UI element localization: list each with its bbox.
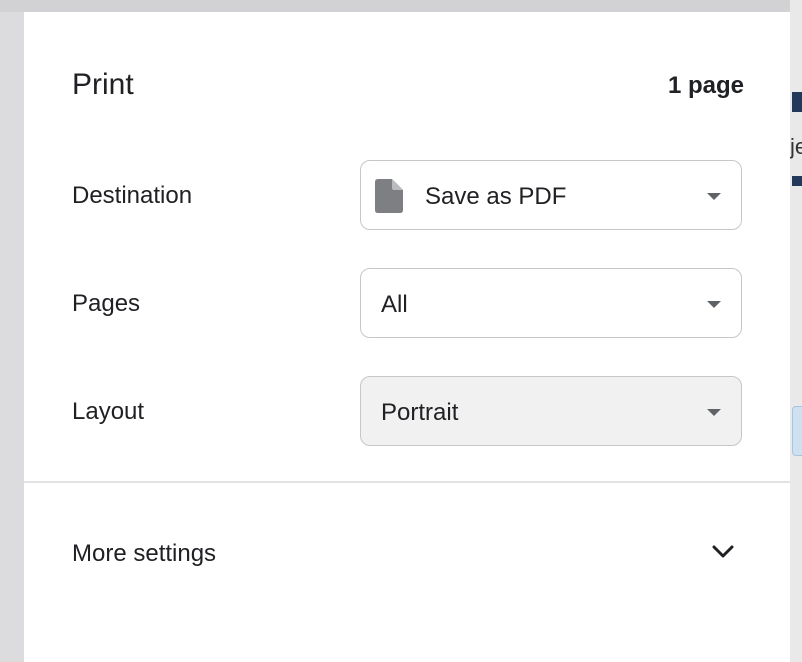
- background-page-left: [0, 0, 24, 662]
- divider: [24, 481, 790, 483]
- print-dialog: Print 1 page Destination Save as PDF Pag…: [24, 12, 790, 662]
- background-nav-bar-bottom: [792, 176, 802, 186]
- dropdown-arrow-icon: [707, 409, 721, 416]
- destination-label: Destination: [72, 182, 193, 209]
- background-button-edge: [792, 406, 802, 456]
- layout-label: Layout: [72, 398, 145, 425]
- chevron-down-icon: [712, 545, 734, 558]
- layout-value: Portrait: [381, 399, 459, 426]
- background-nav-bar: [792, 92, 802, 112]
- pages-value: All: [381, 291, 408, 318]
- dialog-title: Print: [72, 68, 134, 101]
- background-partial-text: je: [790, 134, 802, 159]
- more-settings-toggle[interactable]: More settings: [24, 522, 790, 582]
- layout-select[interactable]: Portrait: [360, 376, 742, 446]
- destination-value: Save as PDF: [425, 183, 567, 210]
- background-page-top: [0, 0, 802, 12]
- page-count: 1 page: [667, 72, 744, 99]
- pages-label: Pages: [72, 290, 141, 317]
- dropdown-arrow-icon: [707, 301, 721, 308]
- dropdown-arrow-icon: [707, 193, 721, 200]
- more-settings-label: More settings: [72, 540, 217, 567]
- pages-select[interactable]: All: [360, 268, 742, 338]
- file-icon: [375, 179, 403, 213]
- destination-select[interactable]: Save as PDF: [360, 160, 742, 230]
